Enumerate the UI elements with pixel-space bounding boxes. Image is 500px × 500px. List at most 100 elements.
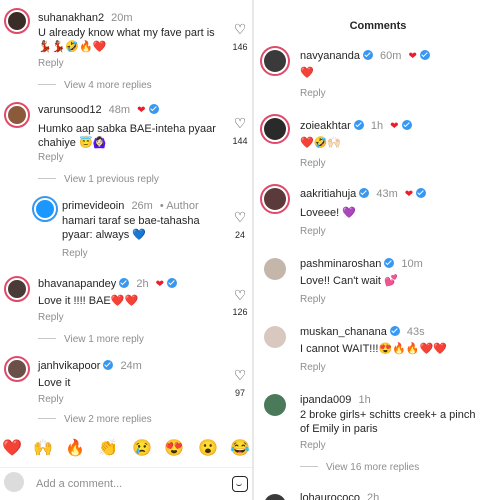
like-heart-icon[interactable]: ♡ xyxy=(228,116,252,130)
reply-button[interactable]: Reply xyxy=(300,362,326,373)
username[interactable]: aakritiahuja xyxy=(300,188,356,200)
avatar[interactable] xyxy=(260,46,290,76)
timestamp: 1h xyxy=(358,394,371,406)
creator-liked-heart-icon: ❤ xyxy=(390,121,399,132)
comment-item: zoieakhtar 1h ❤ ❤️🤣🙌🏻 Reply xyxy=(260,114,500,170)
comment-header: ipanda009 1h xyxy=(300,394,371,406)
view-replies-link[interactable]: View 16 more replies xyxy=(300,462,419,473)
clap-emoji-button[interactable]: 👏 xyxy=(98,439,118,459)
comment-text: ❤️🤣🙌🏻 xyxy=(300,137,342,149)
avatar xyxy=(260,490,290,500)
username[interactable]: bhavanapandey xyxy=(38,278,116,290)
comment-header: suhanakhan2 20m xyxy=(38,12,133,24)
heart-emoji-button[interactable]: ❤️ xyxy=(2,439,22,459)
comment-item: lohaurococo 2h xyxy=(260,490,500,500)
avatar[interactable] xyxy=(4,356,30,382)
comment-reply-item: primevideoin 26m • Author hamari taraf s… xyxy=(32,196,252,266)
username[interactable]: ipanda009 xyxy=(300,394,351,406)
avatar[interactable] xyxy=(32,196,58,222)
creator-liked-heart-icon: ❤ xyxy=(137,105,146,116)
like-heart-icon[interactable]: ♡ xyxy=(228,368,252,382)
view-replies-link[interactable]: View 1 more reply xyxy=(38,334,144,345)
like-count: 24 xyxy=(234,230,245,240)
reply-button[interactable]: Reply xyxy=(62,248,88,259)
creator-liked-heart-icon: ❤ xyxy=(404,189,414,200)
comment-item: janhvikapoor 24m Love it Reply View 2 mo… xyxy=(4,356,252,428)
crying-emoji-button[interactable]: 😢 xyxy=(132,439,152,459)
comment-header: varunsood12 48m ❤ xyxy=(38,104,159,116)
view-replies-link[interactable]: View 4 more replies xyxy=(38,80,152,91)
reply-button[interactable]: Reply xyxy=(300,440,326,451)
avatar[interactable] xyxy=(4,102,30,128)
comment-text: ❤️ xyxy=(300,67,314,79)
raised-hands-emoji-button[interactable]: 🙌 xyxy=(33,439,53,459)
view-replies-link[interactable]: View 1 previous reply xyxy=(38,174,159,185)
avatar[interactable] xyxy=(260,114,290,144)
like-heart-icon[interactable]: ♡ xyxy=(228,210,252,224)
comment-header: primevideoin 26m • Author xyxy=(62,200,199,212)
username[interactable]: navyananda xyxy=(300,50,360,62)
like-heart-icon[interactable]: ♡ xyxy=(228,22,252,36)
like-group: ♡ 97 xyxy=(228,368,252,398)
username[interactable]: suhanakhan2 xyxy=(38,12,104,24)
comment-text: Love it !!!! BAE❤️❤️ xyxy=(38,295,139,307)
creator-liked-heart-icon: ❤ xyxy=(155,279,165,290)
reply-button[interactable]: Reply xyxy=(38,394,64,405)
username[interactable]: primevideoin xyxy=(62,200,124,212)
timestamp: 20m xyxy=(111,12,133,24)
surprised-emoji-button[interactable]: 😮 xyxy=(198,439,218,459)
comment-text: Humko aap sabka BAE-inteha pyaar chahiye… xyxy=(38,123,216,149)
avatar[interactable] xyxy=(4,276,30,302)
username[interactable]: varunsood12 xyxy=(38,104,102,116)
timestamp: 2h xyxy=(136,278,149,290)
comment-text: 2 broke girls+ schitts creek+ a pinch of… xyxy=(300,409,476,435)
like-group: ♡ 144 xyxy=(228,116,252,146)
like-count: 144 xyxy=(232,136,248,146)
sticker-icon[interactable] xyxy=(232,476,248,492)
add-comment-input[interactable]: Add a comment... xyxy=(36,478,122,490)
comment-item: aakritiahuja 43m ❤ Loveee! 💜 Reply xyxy=(260,184,500,240)
reply-button[interactable]: Reply xyxy=(300,158,326,169)
comment-header: navyananda 60m ❤ xyxy=(300,50,430,62)
liked-by-creator-badge-icon xyxy=(148,104,159,114)
reply-button[interactable]: Reply xyxy=(38,312,64,323)
comment-text: Love it xyxy=(38,377,71,389)
username[interactable]: muskan_chanana xyxy=(300,326,387,338)
avatar[interactable] xyxy=(260,184,290,214)
avatar xyxy=(260,322,290,352)
reply-button[interactable]: Reply xyxy=(300,294,326,305)
reply-button[interactable]: Reply xyxy=(38,58,64,69)
comment-text: Loveee! 💜 xyxy=(300,207,356,219)
liked-by-creator-badge-icon xyxy=(167,278,178,288)
comment-text: I cannot WAIT!!!😍🔥🔥❤️❤️ xyxy=(300,343,447,355)
reply-button[interactable]: Reply xyxy=(300,88,326,99)
verified-badge-icon xyxy=(389,326,400,336)
reply-button[interactable]: Reply xyxy=(38,152,64,163)
like-count: 97 xyxy=(234,388,245,398)
fire-emoji-button[interactable]: 🔥 xyxy=(65,439,85,459)
view-replies-link[interactable]: View 2 more replies xyxy=(38,414,152,425)
laughing-emoji-button[interactable]: 😂 xyxy=(230,439,250,459)
comment-item: navyananda 60m ❤ ❤️ Reply xyxy=(260,46,500,102)
own-avatar xyxy=(4,472,24,492)
comment-header: muskan_chanana 43s xyxy=(300,326,425,338)
comment-header: bhavanapandey 2h ❤ xyxy=(38,278,178,290)
username[interactable]: zoieakhtar xyxy=(300,120,351,132)
avatar[interactable] xyxy=(4,8,30,34)
comment-text: hamari taraf se bae-tahasha pyaar: alway… xyxy=(62,215,200,241)
reply-button[interactable]: Reply xyxy=(300,226,326,237)
username[interactable]: janhvikapoor xyxy=(38,360,100,372)
comment-item: muskan_chanana 43s I cannot WAIT!!!😍🔥🔥❤️… xyxy=(260,322,500,378)
author-label: • Author xyxy=(159,200,199,212)
verified-badge-icon xyxy=(384,258,395,268)
right-comments-panel: Comments navyananda 60m ❤ ❤️ Reply zoiea… xyxy=(252,0,500,500)
verified-badge-icon xyxy=(103,360,114,370)
username[interactable]: lohaurococo xyxy=(300,492,360,500)
like-group: ♡ 146 xyxy=(228,22,252,52)
timestamp: 2h xyxy=(367,492,380,500)
add-comment-bar: Add a comment... xyxy=(0,467,252,500)
like-heart-icon[interactable]: ♡ xyxy=(228,288,252,302)
comment-item: ipanda009 1h 2 broke girls+ schitts cree… xyxy=(260,390,500,476)
username[interactable]: pashminaroshan xyxy=(300,258,381,270)
heart-eyes-emoji-button[interactable]: 😍 xyxy=(164,439,184,459)
